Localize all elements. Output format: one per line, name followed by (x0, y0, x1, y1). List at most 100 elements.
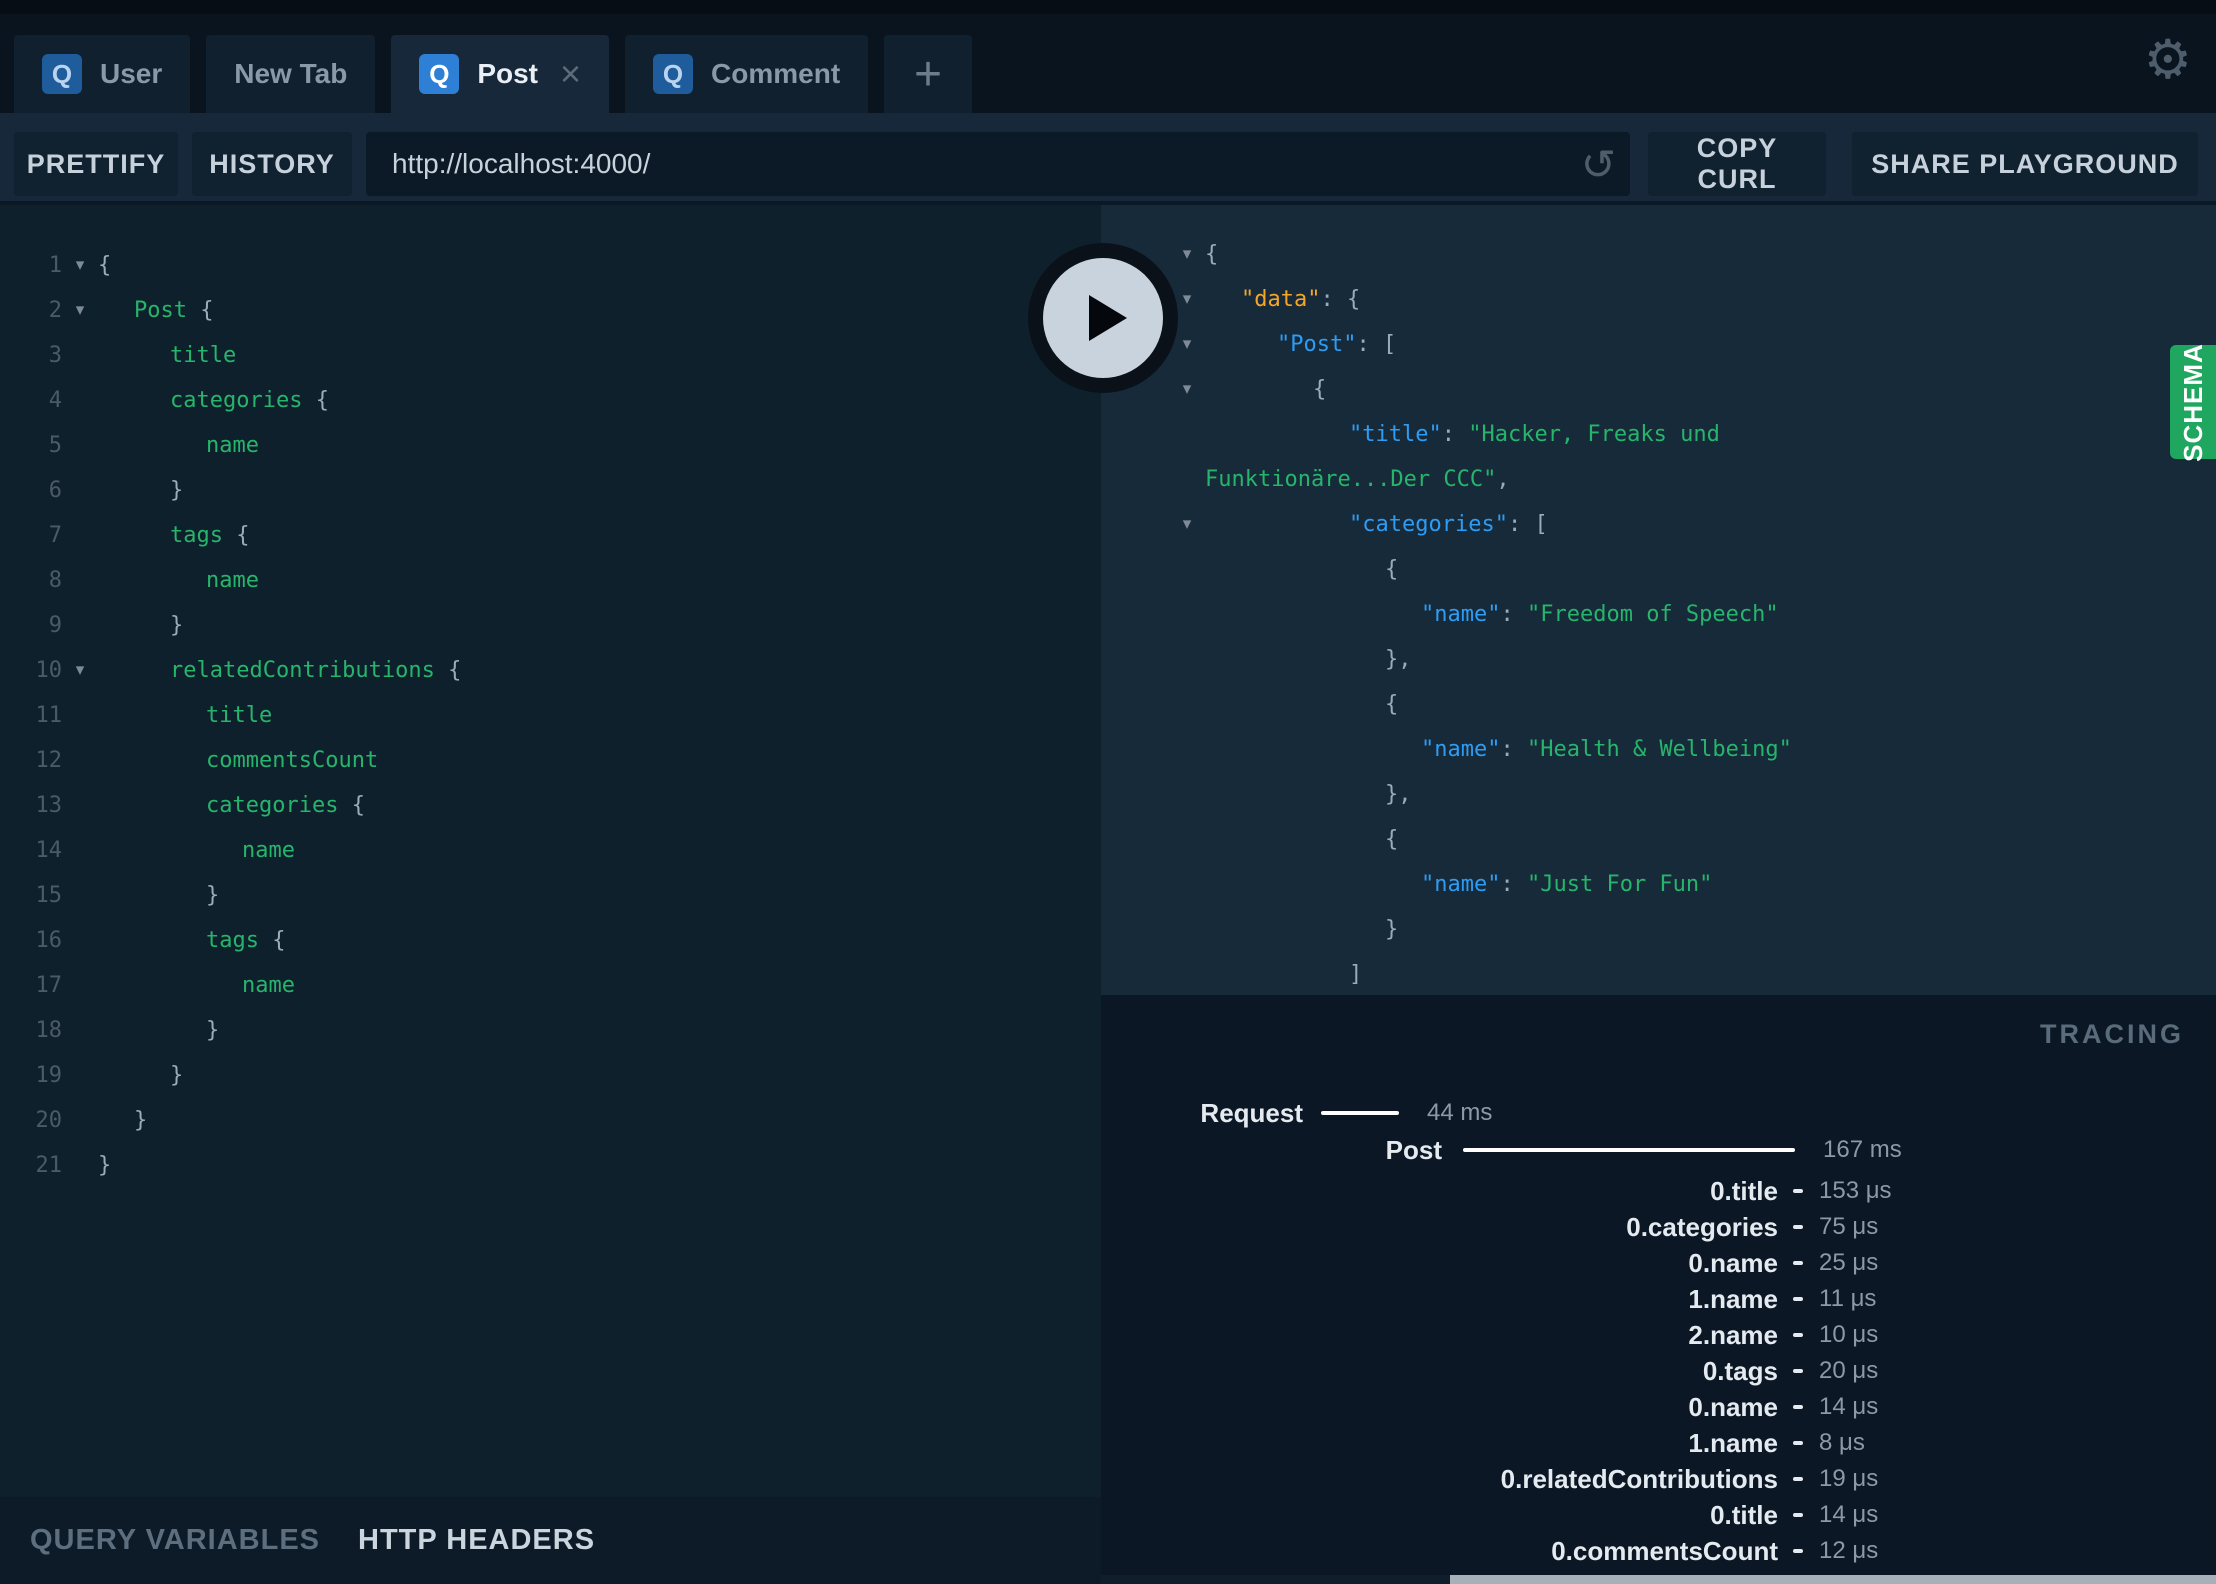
endpoint-url-input[interactable] (366, 132, 1630, 196)
token: commentsCount (206, 748, 379, 773)
response-line: ] (1101, 952, 2216, 995)
fold-arrow-icon[interactable]: ▾ (1169, 367, 1205, 412)
resolver-duration-bar (1793, 1369, 1803, 1373)
fold-arrow-icon[interactable]: ▾ (62, 243, 98, 288)
resolver-duration-bar (1793, 1513, 1803, 1517)
tab-comment[interactable]: Q Comment (625, 35, 869, 113)
fold-arrow-icon[interactable]: ▾ (62, 648, 98, 693)
resolver-duration-bar (1793, 1189, 1803, 1193)
code-text: "categories": [ (1205, 502, 1548, 547)
resolver-label: 0.commentsCount (1551, 1536, 1778, 1566)
tab-user[interactable]: Q User (14, 35, 191, 113)
close-tab-icon[interactable]: × (560, 56, 581, 92)
response-line: ▾ "Post": [ (1101, 322, 2216, 367)
token: { (98, 253, 112, 278)
response-line: "title": "Hacker, Freaks und (1101, 412, 2216, 457)
code-text: title (98, 693, 272, 738)
share-playground-button[interactable]: SHARE PLAYGROUND (1852, 132, 2198, 196)
token: , (1496, 467, 1510, 492)
resolver-label: 1.name (1688, 1284, 1778, 1314)
resolver-duration-value: 25 μs (1819, 1249, 1879, 1276)
token: { (1205, 242, 1219, 267)
editor-line: 7 tags { (0, 513, 1101, 558)
token: categories (206, 793, 352, 818)
resolver-duration-bar (1793, 1225, 1803, 1229)
query-variables-tab[interactable]: QUERY VARIABLES (30, 1524, 320, 1557)
response-line: } (1101, 907, 2216, 952)
token: title (170, 343, 237, 368)
token: categories (170, 388, 316, 413)
token: : (1500, 872, 1527, 897)
tracing-scrollbar-thumb[interactable] (1450, 1575, 2216, 1584)
resolver-duration-bar (1793, 1441, 1803, 1445)
editor-line: 20} (0, 1098, 1101, 1143)
resolver-duration-bar (1793, 1261, 1803, 1265)
tracing-resolver-row: 1.name 8 μs (1101, 1428, 2216, 1458)
tab-new-tab[interactable]: New Tab (206, 35, 376, 113)
fold-arrow-icon[interactable]: ▾ (1169, 232, 1205, 277)
schema-tab-label: SCHEMA (2177, 342, 2208, 462)
resolver-duration-bar (1793, 1549, 1803, 1553)
token: name (242, 838, 295, 863)
line-number: 7 (48, 523, 62, 548)
response-line: ▾{ (1101, 232, 2216, 277)
tracing-resolver-row: 0.name 25 μs (1101, 1248, 2216, 1278)
code-text: name (98, 963, 295, 1008)
resolver-duration-bar (1793, 1405, 1803, 1409)
reset-endpoint-icon[interactable]: ↺ (1581, 140, 1616, 189)
token: Funktionäre...Der CCC" (1205, 467, 1497, 492)
code-text: }, (1205, 772, 1412, 817)
line-number: 3 (48, 343, 62, 368)
code-text: name (98, 558, 259, 603)
token: name (242, 973, 295, 998)
code-text: } (98, 1008, 219, 1053)
fold-arrow-icon[interactable]: ▾ (62, 288, 98, 333)
tracing-resolver-row: 0.name 14 μs (1101, 1392, 2216, 1422)
tab-post[interactable]: Q Post × (391, 35, 610, 113)
play-icon (1089, 295, 1127, 341)
resolver-duration-bar (1793, 1333, 1803, 1337)
token: : (1441, 422, 1469, 447)
new-tab-button[interactable]: + (884, 35, 972, 113)
tracing-panel: TRACING Request 44 ms Post 167 ms 0.title 153… (1101, 995, 2216, 1584)
editor-line: 2 ▾ Post { (0, 288, 1101, 333)
code-text: tags { (98, 513, 249, 558)
http-headers-tab[interactable]: HTTP HEADERS (358, 1524, 595, 1557)
resolver-label: 2.name (1688, 1320, 1778, 1350)
line-number: 2 (48, 298, 62, 323)
token: tags (206, 928, 273, 953)
tracing-resolver-row: 0.tags 20 μs (1101, 1356, 2216, 1386)
line-number: 17 (35, 973, 63, 998)
response-line: "name": "Freedom of Speech" (1101, 592, 2216, 637)
token: { (315, 388, 329, 413)
response-line: }, (1101, 772, 2216, 817)
resolver-duration-value: 19 μs (1819, 1465, 1879, 1492)
response-pane: ▾{▾ "data": {▾ "Post": [▾{"title": "Hacker… (1101, 205, 2216, 995)
token: }, (1385, 647, 1412, 672)
tab-label: Comment (711, 58, 841, 89)
resolver-label: 0.categories (1626, 1212, 1778, 1242)
copy-curl-button[interactable]: COPY CURL (1648, 132, 1826, 196)
execute-query-button[interactable] (1028, 243, 1178, 393)
tracing-resolver-row: 0.categories 75 μs (1101, 1212, 2216, 1242)
editor-line: 1 ▾{ (0, 243, 1101, 288)
query-type-badge: Q (419, 54, 460, 94)
token: { (200, 298, 214, 323)
token: "Freedom of Speech" (1526, 602, 1779, 627)
history-button[interactable]: HISTORY (192, 132, 352, 196)
editor-line: 3 title (0, 333, 1101, 378)
tracing-resolver-row: 0.title 14 μs (1101, 1500, 2216, 1530)
line-number: 4 (48, 388, 62, 413)
code-text: } (98, 603, 183, 648)
settings-gear-icon[interactable]: ⚙ (2144, 28, 2192, 91)
code-text: }, (1205, 637, 1412, 682)
line-number: 9 (48, 613, 62, 638)
endpoint-url-container: ↺ (366, 132, 1630, 196)
query-editor-pane[interactable]: 1 ▾{2 ▾ Post {3 title 4 categories {5 name 6} 7 ta… (0, 205, 1101, 1497)
schema-side-tab[interactable]: SCHEMA (2170, 342, 2216, 462)
code-text: } (98, 468, 183, 513)
fold-arrow-icon[interactable]: ▾ (1169, 502, 1205, 547)
response-line: ▾ "categories": [ (1101, 502, 2216, 547)
resolver-duration-value: 14 μs (1819, 1501, 1879, 1528)
prettify-button[interactable]: PRETTIFY (14, 132, 178, 196)
